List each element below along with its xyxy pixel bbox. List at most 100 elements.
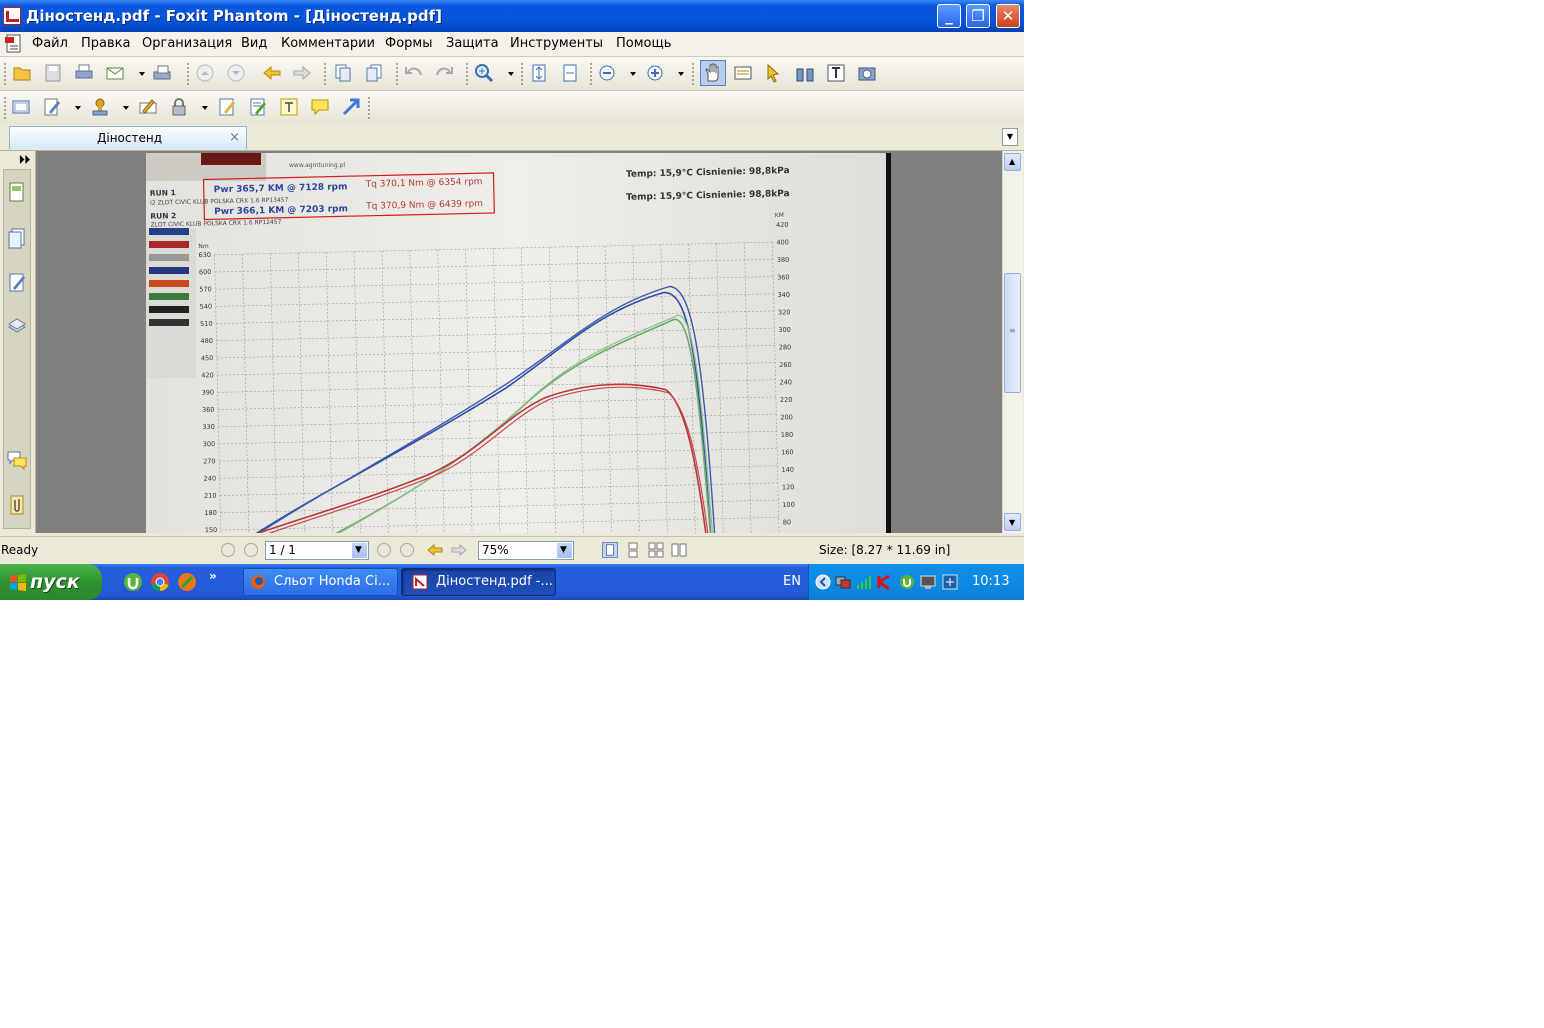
toolbar-grip[interactable] <box>368 97 373 119</box>
attachments-paperclip-icon[interactable] <box>7 494 27 516</box>
menu-help[interactable]: Помощь <box>616 36 671 51</box>
edit-dropdown-arrow[interactable] <box>75 106 81 110</box>
display-settings-icon[interactable] <box>920 574 936 590</box>
email-icon[interactable] <box>105 63 125 83</box>
security-lock-icon[interactable] <box>169 97 189 117</box>
zoom-level-dropdown-arrow[interactable] <box>630 72 636 76</box>
open-folder-icon[interactable] <box>12 63 32 83</box>
tab-list-dropdown[interactable]: ▼ <box>1002 128 1018 146</box>
scroll-thumb[interactable]: ≡ <box>1004 273 1021 393</box>
network-monitor-icon[interactable] <box>835 574 851 590</box>
save-icon[interactable] <box>43 63 63 83</box>
previous-view-icon[interactable] <box>427 542 443 558</box>
continuous-view-icon[interactable] <box>625 542 641 558</box>
expand-panel-icon[interactable]: ⏵⏵ <box>19 153 30 167</box>
scroll-down-button[interactable]: ▼ <box>1004 513 1021 531</box>
foxit-app-icon[interactable] <box>3 7 21 25</box>
back-arrow-icon[interactable] <box>262 63 282 83</box>
language-indicator[interactable]: EN <box>783 574 801 589</box>
show-hidden-icons-icon[interactable] <box>815 574 831 590</box>
sign-pen-icon[interactable] <box>138 97 158 117</box>
zoom-in-tool-icon[interactable] <box>474 63 494 83</box>
print-icon[interactable] <box>74 63 94 83</box>
page-dropdown-button[interactable]: ▼ <box>352 543 367 558</box>
system-clock[interactable]: 10:13 <box>972 574 1009 589</box>
toolbar-grip[interactable] <box>396 63 401 85</box>
select-text-icon[interactable] <box>733 63 753 83</box>
taskbar-item-foxit[interactable]: Діностенд.pdf -... <box>401 568 556 596</box>
menu-forms[interactable]: Формы <box>385 36 432 51</box>
text-box-icon[interactable] <box>279 97 299 117</box>
previous-page-icon[interactable] <box>195 63 215 83</box>
zoom-dropdown-button[interactable]: ▼ <box>557 543 572 558</box>
scanner-icon[interactable] <box>152 63 172 83</box>
system-utility-icon[interactable] <box>942 574 958 590</box>
form-field-icon[interactable] <box>11 97 31 117</box>
title-bar[interactable]: Діностенд.pdf - Foxit Phantom - [Діносте… <box>0 0 1024 32</box>
toolbar-grip[interactable] <box>466 63 471 85</box>
utorrent-icon[interactable] <box>123 572 143 592</box>
toolbar-grip[interactable] <box>324 63 329 85</box>
prev-page-button[interactable] <box>244 543 258 557</box>
select-annotation-icon[interactable] <box>764 63 784 83</box>
insert-pages-icon[interactable] <box>364 63 384 83</box>
close-button[interactable]: ✕ <box>996 4 1020 28</box>
forward-arrow-icon[interactable] <box>292 63 312 83</box>
undo-icon[interactable] <box>404 63 424 83</box>
zoom-level-field[interactable]: 75% ▼ <box>478 541 574 560</box>
scroll-up-button[interactable]: ▲ <box>1004 153 1021 171</box>
typewriter-icon[interactable] <box>826 63 846 83</box>
tab-close-icon[interactable]: × <box>229 130 240 145</box>
zoom-tool-dropdown-arrow[interactable] <box>508 72 514 76</box>
form-edit-icon[interactable] <box>248 97 268 117</box>
toolbar-grip[interactable] <box>187 63 192 85</box>
page-number-field[interactable]: 1 / 1 ▼ <box>265 541 369 560</box>
menu-tools[interactable]: Инструменты <box>510 36 603 51</box>
taskbar-item-firefox[interactable]: Сльот Honda Ci... <box>243 568 398 596</box>
chrome-icon[interactable] <box>150 572 170 592</box>
email-dropdown-arrow[interactable] <box>139 72 145 76</box>
redo-icon[interactable] <box>434 63 454 83</box>
comment-note-icon[interactable] <box>310 97 330 117</box>
toolbar-grip[interactable] <box>590 63 595 85</box>
menu-protect[interactable]: Защита <box>446 36 499 51</box>
binoculars-search-icon[interactable] <box>795 63 815 83</box>
fit-page-icon[interactable] <box>529 63 549 83</box>
edit-document-icon[interactable] <box>42 97 62 117</box>
next-page-icon[interactable] <box>226 63 246 83</box>
toolbar-grip[interactable] <box>521 63 526 85</box>
document-view[interactable]: www.agmtuning.pl RUN 1 I2 ZLOT CIVIC KLU… <box>36 151 1002 533</box>
utorrent-tray-icon[interactable] <box>899 574 915 590</box>
snapshot-camera-icon[interactable] <box>857 63 877 83</box>
stamp-dropdown-arrow[interactable] <box>123 106 129 110</box>
note-edit-icon[interactable] <box>217 97 237 117</box>
menu-organize[interactable]: Организация <box>142 36 232 51</box>
zoom-out-icon[interactable] <box>597 63 617 83</box>
toolbar-grip[interactable] <box>4 97 9 119</box>
menu-file[interactable]: Файл <box>32 36 68 51</box>
tab-dinostend[interactable]: Діностенд × <box>9 126 247 149</box>
menu-comments[interactable]: Комментарии <box>281 36 375 51</box>
menu-edit[interactable]: Правка <box>81 36 130 51</box>
next-view-icon[interactable] <box>451 542 467 558</box>
bookmarks-pages-icon[interactable] <box>7 227 27 249</box>
pdf-document-icon[interactable] <box>4 34 24 54</box>
zoom-in-icon[interactable] <box>645 63 665 83</box>
facing-continuous-view-icon[interactable] <box>648 542 664 558</box>
single-page-view-icon[interactable] <box>602 542 618 558</box>
maximize-button[interactable]: ❐ <box>966 4 990 28</box>
kaspersky-icon[interactable] <box>877 574 893 590</box>
extract-pages-icon[interactable] <box>333 63 353 83</box>
toolbar-grip[interactable] <box>692 63 697 85</box>
quicklaunch-more-icon[interactable]: » <box>209 569 217 583</box>
toolbar-grip[interactable] <box>4 63 9 85</box>
comments-panel-icon[interactable] <box>7 271 27 293</box>
start-button[interactable]: пуск <box>0 564 102 600</box>
first-page-button[interactable] <box>221 543 235 557</box>
arrow-annotation-icon[interactable] <box>341 97 361 117</box>
stamp-icon[interactable] <box>90 97 110 117</box>
zoom-in-dropdown-arrow[interactable] <box>678 72 684 76</box>
minimize-button[interactable]: _ <box>937 4 961 28</box>
next-page-button[interactable] <box>377 543 391 557</box>
fit-width-icon[interactable] <box>560 63 580 83</box>
